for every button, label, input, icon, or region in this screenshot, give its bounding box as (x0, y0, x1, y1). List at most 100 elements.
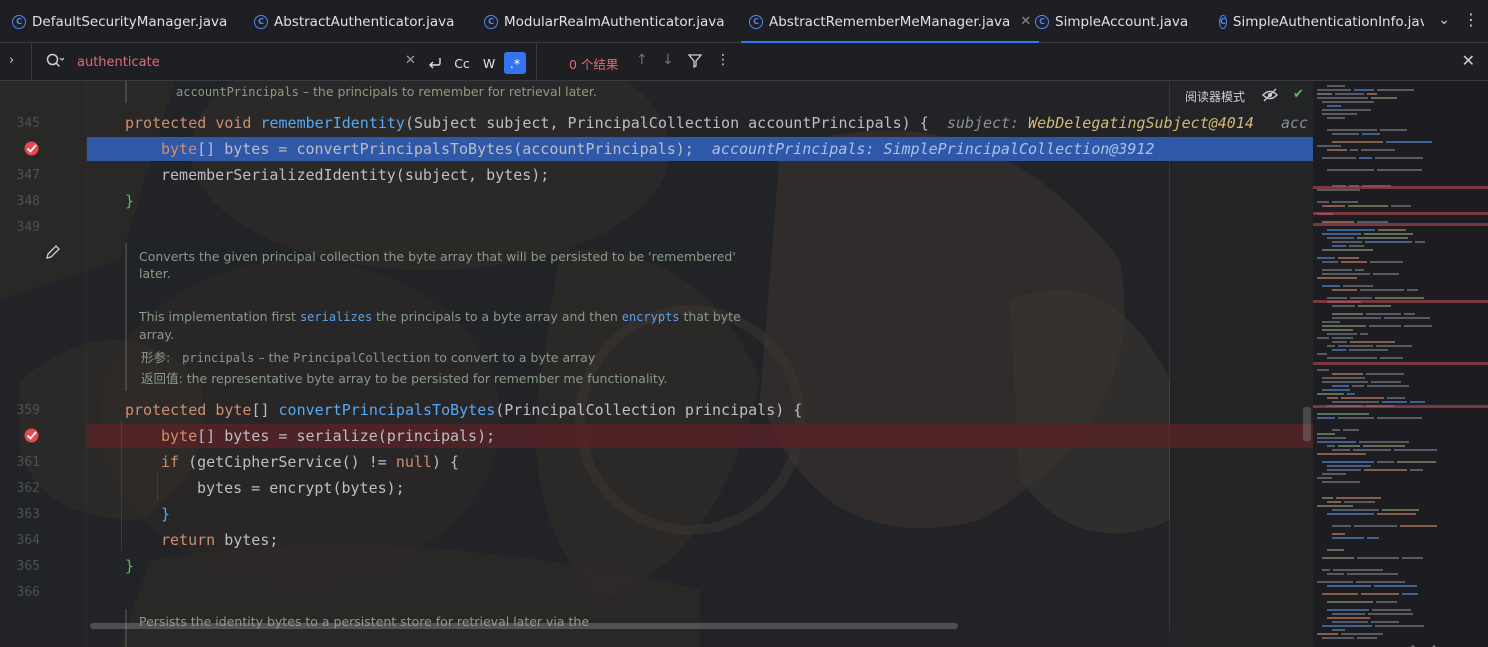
tab-abstract-remember-me-manager[interactable]: C AbstractRememberMeManager.java ✕ (740, 0, 1040, 43)
minimap-line (1327, 513, 1374, 515)
code-editor[interactable]: 阅读器模式 ✔ accountPrincipals – the principa… (0, 81, 1313, 647)
check-icon[interactable]: ✔ (1293, 87, 1304, 102)
line-number: 363 (16, 507, 40, 522)
doc-comment-text: Converts the given principal collection … (139, 249, 736, 281)
horizontal-scrollbar[interactable] (90, 623, 958, 629)
minimap-line (1332, 429, 1340, 431)
minimap-line (1327, 609, 1369, 611)
minimap-line (1317, 633, 1338, 635)
minimap-line (1322, 389, 1350, 391)
minimap-line (1386, 141, 1432, 143)
minimap-line (1377, 513, 1416, 515)
new-line-icon[interactable] (424, 52, 446, 74)
minimap-line (1332, 349, 1346, 351)
minimap-line (1332, 613, 1365, 615)
minimap-line (1354, 525, 1397, 527)
minimap-line (1358, 305, 1391, 307)
minimap-line (1374, 585, 1417, 587)
minimap-line (1365, 241, 1412, 243)
class-icon: C (1219, 14, 1227, 29)
minimap-line (1415, 241, 1425, 243)
breakpoint-icon[interactable] (23, 140, 40, 157)
next-occurrence-icon[interactable]: ↓ (662, 52, 674, 68)
tab-simple-account[interactable]: C SimpleAccount.java (1035, 0, 1188, 43)
code-line-347: rememberSerializedIdentity(subject, byte… (161, 166, 550, 184)
minimap-line (1369, 325, 1401, 327)
minimap-line (1332, 401, 1379, 403)
tab-modular-realm-authenticator[interactable]: C ModularRealmAuthenticator.java (484, 0, 725, 43)
minimap-line (1327, 445, 1335, 447)
gutter-separator (86, 81, 87, 647)
minimap-line (1359, 441, 1409, 443)
chevron-down-icon[interactable]: ⌄ (1438, 12, 1450, 28)
regex-toggle[interactable]: .* (504, 52, 526, 74)
minimap-line (1317, 201, 1329, 203)
minimap-line (1367, 93, 1377, 95)
minimap-line (1364, 233, 1413, 235)
minimap-line (1332, 289, 1357, 291)
minimap-line (1347, 393, 1355, 395)
search-input[interactable] (77, 52, 397, 72)
minimap-line (1380, 129, 1407, 131)
minimap-line (1317, 437, 1346, 439)
line-number: 365 (16, 559, 40, 574)
minimap-line (1332, 313, 1363, 315)
minimap-line (1350, 297, 1372, 299)
tab-simple-authentication-info[interactable]: C SimpleAuthenticationInfo.java (1219, 0, 1424, 43)
doc-link-serializes[interactable]: serializes (300, 310, 372, 324)
minimap-line (1317, 417, 1335, 419)
minimap-line (1322, 233, 1361, 235)
close-tab-icon[interactable]: ✕ (1020, 14, 1031, 29)
minimap-line (1387, 397, 1405, 399)
minimap-line (1317, 93, 1332, 95)
minimap-highlight-mark (1313, 223, 1488, 226)
minimap-line (1333, 569, 1383, 571)
minimap-scroll-thumb[interactable] (1303, 407, 1311, 441)
reader-mode-button[interactable]: 阅读器模式 (1185, 88, 1245, 105)
minimap-line (1332, 537, 1364, 539)
minimap-line (1322, 637, 1354, 639)
minimap-line (1349, 349, 1388, 351)
filter-icon[interactable] (688, 54, 702, 68)
minimap-line (1322, 569, 1330, 571)
doc-link-encrypts[interactable]: encrypts (622, 310, 680, 324)
minimap-line (1317, 145, 1341, 147)
minimap-line (1402, 593, 1418, 595)
minimap-line (1317, 453, 1366, 455)
minimap-line (1322, 113, 1357, 115)
find-bar: › ✕ Cc W .* 0 个结果 ↑ ↓ ⋮ ✕ (0, 43, 1488, 81)
minimap-line (1338, 257, 1359, 259)
minimap-line (1317, 505, 1353, 507)
edit-doc-icon[interactable] (45, 244, 61, 260)
words-toggle[interactable]: W (478, 52, 500, 74)
minimap-line (1343, 429, 1359, 431)
clear-search-icon[interactable]: ✕ (405, 53, 416, 68)
minimap-line (1322, 273, 1370, 275)
code-minimap[interactable] (1303, 81, 1488, 647)
minimap-line (1332, 337, 1353, 339)
minimap-line (1317, 89, 1351, 91)
minimap-line (1322, 285, 1340, 287)
search-icon[interactable] (46, 53, 64, 69)
minimap-line (1317, 581, 1353, 583)
tab-abstract-authenticator[interactable]: C AbstractAuthenticator.java (254, 0, 454, 43)
eye-slash-icon[interactable] (1262, 88, 1278, 102)
minimap-line (1375, 625, 1424, 627)
match-case-toggle[interactable]: Cc (451, 52, 473, 74)
minimap-line (1322, 461, 1374, 463)
minimap-line (1376, 601, 1397, 603)
minimap-line (1357, 557, 1399, 559)
minimap-line (1327, 105, 1341, 107)
tab-default-security-manager[interactable]: C DefaultSecurityManager.java (12, 0, 227, 43)
more-vertical-icon[interactable]: ⋮ (1463, 10, 1480, 29)
minimap-line (1317, 337, 1329, 339)
chevron-right-icon[interactable]: › (9, 53, 14, 68)
minimap-line (1343, 285, 1373, 287)
minimap-line (1327, 129, 1377, 131)
breakpoint-icon[interactable] (23, 427, 40, 444)
previous-occurrence-icon[interactable]: ↑ (636, 52, 648, 68)
more-vertical-icon[interactable]: ⋮ (716, 52, 730, 68)
code-line-364: return bytes; (161, 531, 279, 549)
minimap-line (1391, 205, 1411, 207)
close-find-bar-icon[interactable]: ✕ (1462, 51, 1475, 70)
